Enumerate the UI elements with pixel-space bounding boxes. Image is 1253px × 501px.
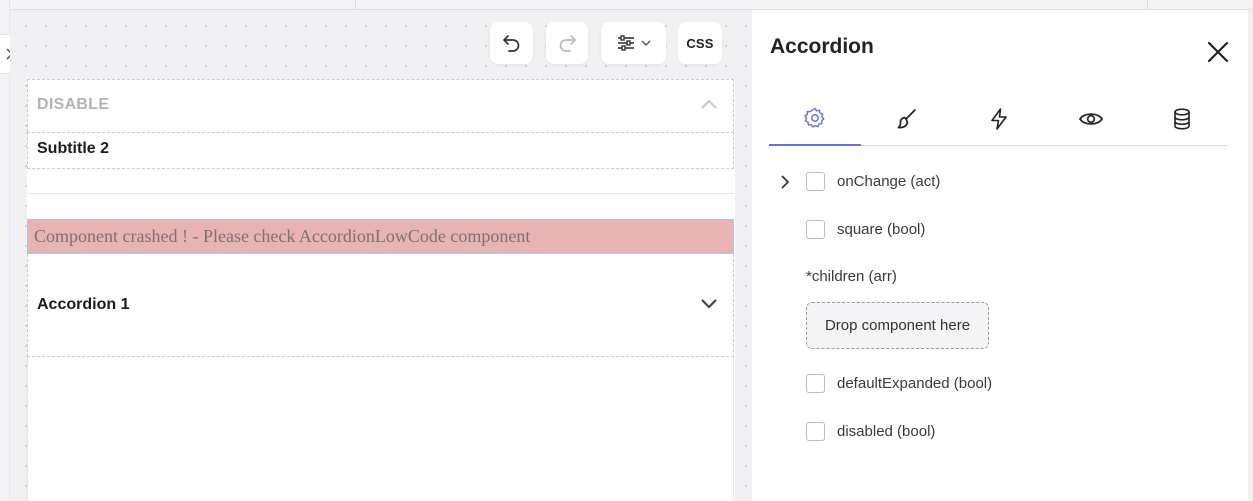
css-button[interactable]: CSS bbox=[678, 22, 722, 64]
chevron-down-icon bbox=[701, 299, 717, 309]
square-checkbox[interactable] bbox=[806, 220, 825, 239]
redo-icon bbox=[559, 35, 576, 52]
close-button[interactable] bbox=[1206, 40, 1230, 64]
expand-onchange-button[interactable] bbox=[776, 172, 794, 192]
prop-label: *children (arr) bbox=[806, 268, 897, 285]
chevron-down-icon bbox=[641, 40, 650, 46]
close-icon bbox=[1207, 41, 1229, 63]
page-border bbox=[733, 357, 734, 501]
gear-icon bbox=[804, 107, 825, 128]
tab-settings[interactable] bbox=[769, 92, 861, 146]
tab-visibility[interactable] bbox=[1045, 92, 1137, 146]
brush-icon bbox=[897, 109, 916, 129]
component-crash-message: Component crashed ! - Please check Accor… bbox=[27, 219, 734, 254]
accordion-header-disabled[interactable]: DISABLE bbox=[27, 79, 734, 132]
left-sidebar-strip bbox=[0, 0, 10, 501]
tab-events[interactable] bbox=[953, 92, 1045, 146]
sliders-icon bbox=[617, 35, 634, 51]
subtitle-text: Subtitle 2 bbox=[37, 140, 110, 157]
disabled-checkbox[interactable] bbox=[806, 422, 825, 441]
chevron-right-icon bbox=[781, 175, 790, 189]
eye-icon bbox=[1079, 113, 1103, 125]
subtitle-row[interactable]: Subtitle 2 bbox=[27, 132, 734, 169]
chevron-up-icon bbox=[701, 99, 717, 109]
panel-tabs bbox=[769, 92, 1228, 146]
accordion-header-title: DISABLE bbox=[37, 96, 110, 113]
tab-data[interactable] bbox=[1136, 92, 1228, 146]
undo-button[interactable] bbox=[490, 22, 533, 64]
database-icon bbox=[1174, 108, 1190, 130]
redo-button[interactable] bbox=[546, 22, 588, 64]
prop-label: defaultExpanded (bool) bbox=[837, 375, 993, 392]
default-expanded-checkbox[interactable] bbox=[806, 374, 825, 393]
accordion-item-1[interactable]: Accordion 1 bbox=[27, 254, 734, 357]
onchange-checkbox[interactable] bbox=[806, 172, 825, 191]
prop-label: square (bool) bbox=[837, 221, 926, 238]
top-bar-divider bbox=[355, 0, 356, 10]
prop-label: onChange (act) bbox=[837, 173, 941, 190]
panel-title: Accordion bbox=[770, 35, 874, 58]
prop-onchange: onChange (act) bbox=[806, 172, 940, 191]
top-bar-divider bbox=[1147, 0, 1148, 10]
lightning-icon bbox=[991, 108, 1007, 130]
page-border bbox=[27, 357, 28, 501]
prop-disabled: disabled (bool) bbox=[806, 422, 935, 441]
prop-default-expanded: defaultExpanded (bool) bbox=[806, 374, 992, 393]
accordion-item-title: Accordion 1 bbox=[37, 296, 130, 313]
panel-scrollbar[interactable] bbox=[1248, 10, 1253, 501]
empty-content-row bbox=[27, 169, 734, 194]
view-settings-dropdown[interactable] bbox=[601, 22, 666, 64]
prop-square: square (bool) bbox=[806, 220, 925, 239]
children-drop-zone[interactable]: Drop component here bbox=[806, 302, 989, 349]
prop-label: disabled (bool) bbox=[837, 423, 936, 440]
tab-style[interactable] bbox=[861, 92, 953, 146]
undo-icon bbox=[502, 35, 519, 52]
prop-children: *children (arr) bbox=[806, 268, 897, 285]
top-bar bbox=[10, 0, 1253, 10]
